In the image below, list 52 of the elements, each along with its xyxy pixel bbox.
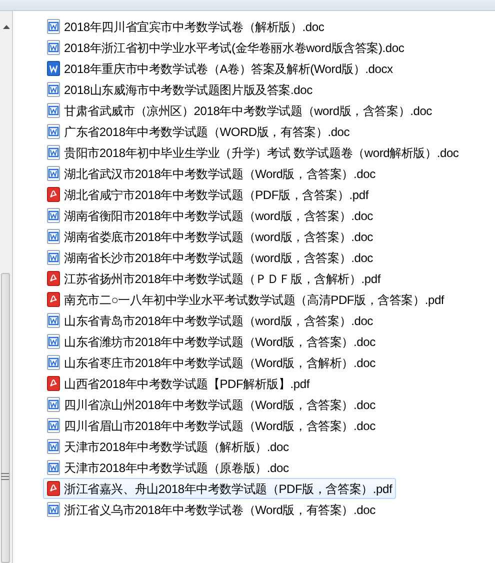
file-item[interactable]: 山西省2018年中考数学试题【PDF解析版】.pdf — [43, 373, 314, 394]
pdf-document-icon — [47, 481, 60, 496]
file-item[interactable]: 2018年四川省宜宾市中考数学试卷（解析版）.doc — [43, 16, 328, 37]
word-document-icon — [47, 145, 60, 160]
file-item[interactable]: 湖南省娄底市2018年中考数学试题（word版，含答案）.doc — [43, 226, 377, 247]
file-item[interactable]: 湖南省长沙市2018年中考数学试题（word版，含答案）.doc — [43, 247, 377, 268]
file-item[interactable]: 浙江省嘉兴、舟山2018年中考数学试题（PDF版，含答案）.pdf — [43, 478, 396, 499]
file-item[interactable]: 贵阳市2018年初中毕业生学业（升学）考试 数学试题卷（word解析版）.doc — [43, 142, 463, 163]
file-item[interactable]: 甘肃省武威市（凉州区）2018年中考数学试题（word版，含答案）.doc — [43, 100, 436, 121]
word-document-icon — [47, 460, 60, 475]
word-document-icon — [47, 208, 60, 223]
file-item[interactable]: 浙江省义乌市2018年中考数学试卷（Word版，有答案）.doc — [43, 499, 380, 520]
pdf-document-icon — [47, 292, 60, 307]
word-document-icon — [47, 355, 60, 370]
word-document-icon — [47, 250, 60, 265]
scrollbar[interactable] — [0, 11, 13, 563]
word-document-icon — [47, 103, 60, 118]
file-item[interactable]: 四川省眉山市2018年中考数学试题（Word版，含答案）.doc — [43, 415, 380, 436]
file-item[interactable]: 山东省潍坊市2018年中考数学试题（Word版，含答案）.doc — [43, 331, 380, 352]
file-item[interactable]: 2018年浙江省初中学业水平考试(金华卷丽水卷word版含答案).doc — [43, 37, 408, 58]
word-document-icon — [47, 19, 60, 34]
word-document-icon — [47, 40, 60, 55]
word-document-icon — [47, 82, 60, 97]
file-item[interactable]: 2018年重庆市中考数学试卷（A卷）答案及解析(Word版）.docx — [43, 58, 397, 79]
file-item[interactable]: 四川省凉山州2018年中考数学试题（Word版，含答案）.doc — [43, 394, 380, 415]
file-item[interactable]: 湖北省武汉市2018年中考数学试题（Word版，含答案）.doc — [43, 163, 380, 184]
file-item[interactable]: 天津市2018年中考数学试题（解析版）.doc — [43, 436, 293, 457]
word-document-icon — [47, 313, 60, 328]
file-item[interactable]: 江苏省扬州市2018年中考数学试题（ＰＤＦ版，含解析）.pdf — [43, 268, 385, 289]
file-item[interactable]: 山东省枣庄市2018年中考数学试题（Word版，含解析）.doc — [43, 352, 380, 373]
file-item[interactable]: 广东省2018年中考数学试题（WORD版，有答案）.doc — [43, 121, 354, 142]
word-document-icon — [47, 397, 60, 412]
file-item[interactable]: 南充市二○一八年初中学业水平考试数学试题（高清PDF版，含答案）.pdf — [43, 289, 448, 310]
file-item[interactable]: 湖南省衡阳市2018年中考数学试题（word版，含答案）.doc — [43, 205, 377, 226]
word-document-icon — [47, 439, 60, 454]
file-item[interactable]: 天津市2018年中考数学试题（原卷版）.doc — [43, 457, 293, 478]
word-document-icon — [47, 229, 60, 244]
word-document-icon — [47, 166, 60, 181]
grip-icon — [1, 473, 9, 480]
word-document-icon — [47, 418, 60, 433]
pdf-document-icon — [47, 376, 60, 391]
scroll-thumb[interactable] — [1, 273, 10, 563]
word-document-icon — [47, 124, 60, 139]
pdf-document-icon — [47, 271, 60, 286]
word-document-icon — [47, 61, 60, 76]
word-document-icon — [47, 502, 60, 517]
word-document-icon — [47, 334, 60, 349]
pdf-document-icon — [47, 187, 60, 202]
scroll-up-icon[interactable] — [2, 25, 10, 29]
file-item[interactable]: 湖北省咸宁市2018年中考数学试题（PDF版，含答案）.pdf — [43, 184, 373, 205]
file-item[interactable]: 2018山东威海市中考数学试题图片版及答案.doc — [43, 79, 316, 100]
file-item[interactable]: 山东省青岛市2018年中考数学试题（word版，含答案）.doc — [43, 310, 377, 331]
